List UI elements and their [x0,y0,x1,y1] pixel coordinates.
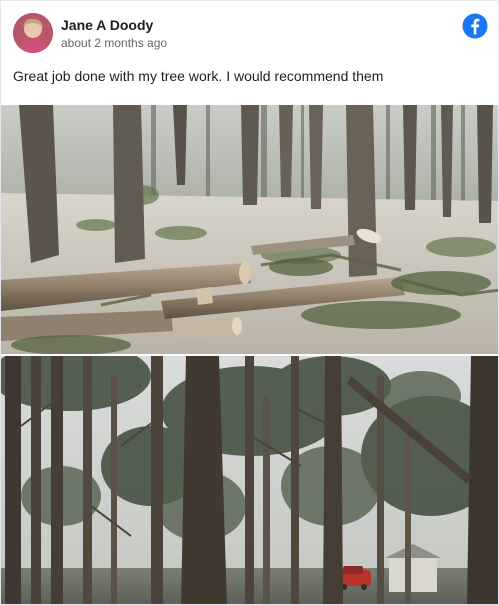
photo-felled-trees[interactable] [1,105,498,354]
author-name[interactable]: Jane A Doody [61,17,153,33]
photo-tall-trees[interactable] [1,356,498,604]
post-header: Jane A Doody about 2 months ago [1,1,498,63]
facebook-icon[interactable] [462,13,488,39]
review-card: Jane A Doody about 2 months ago Great jo… [0,0,499,605]
avatar[interactable] [13,13,53,53]
post-body-text: Great job done with my tree work. I woul… [13,68,384,84]
post-timestamp[interactable]: about 2 months ago [61,36,167,50]
